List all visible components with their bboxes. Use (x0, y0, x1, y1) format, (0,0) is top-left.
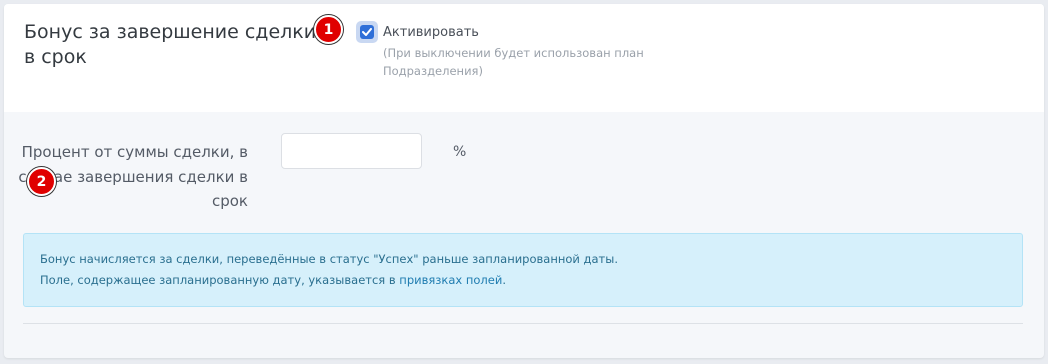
info-line-2: Поле, содержащее запланированную дату, у… (40, 270, 1006, 291)
info-line-2-prefix: Поле, содержащее запланированную дату, у… (40, 273, 400, 287)
annotation-marker-2: 2 (27, 167, 56, 196)
divider (23, 323, 1023, 324)
percent-unit: % (453, 144, 467, 160)
activate-hint: (При выключении будет использован план П… (383, 46, 644, 78)
activate-label[interactable]: Активировать (383, 25, 479, 40)
activate-checkbox[interactable] (356, 21, 378, 43)
checkmark-icon (362, 28, 372, 36)
percent-input[interactable] (281, 133, 422, 169)
checkbox-box[interactable] (360, 25, 374, 39)
info-line-1: Бонус начисляется за сделки, переведённы… (40, 252, 618, 266)
info-line-2-suffix: . (502, 273, 506, 287)
annotation-marker-1: 1 (314, 15, 343, 44)
field-bindings-link[interactable]: привязках полей (399, 273, 502, 287)
card-header: Бонус за завершение сделки в срок Активи… (4, 4, 1044, 112)
section-title: Бонус за завершение сделки в срок (24, 21, 317, 68)
bonus-settings-card: Бонус за завершение сделки в срок Активи… (4, 4, 1044, 358)
info-alert: Бонус начисляется за сделки, переведённы… (23, 233, 1023, 307)
